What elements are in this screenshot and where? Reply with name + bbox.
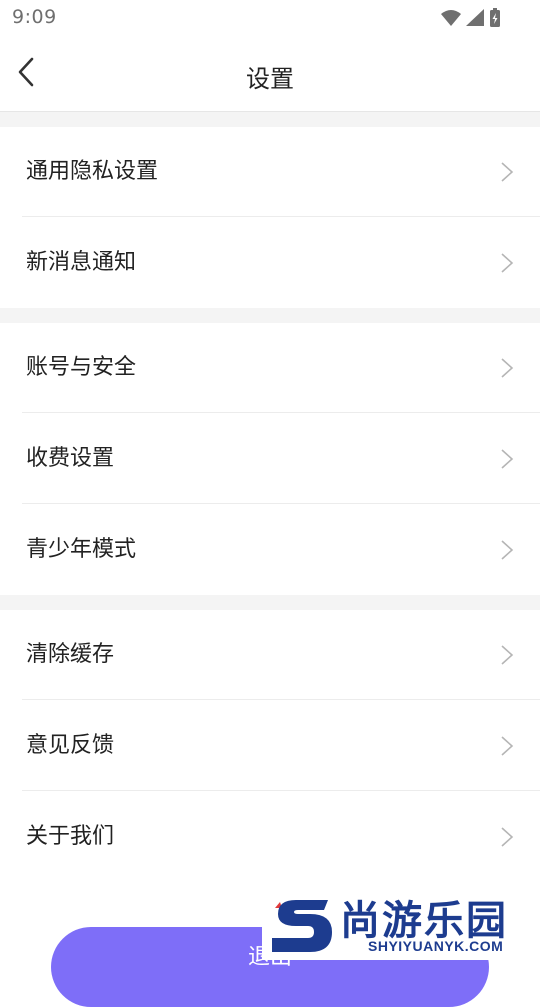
watermark-logo-icon	[272, 900, 332, 952]
settings-item-label: 清除缓存	[26, 642, 115, 667]
section-gap	[0, 308, 540, 323]
settings-item-label: 通用隐私设置	[26, 159, 159, 184]
signal-icon	[466, 9, 484, 26]
chevron-right-icon	[501, 645, 514, 665]
chevron-right-icon	[501, 162, 514, 182]
wifi-icon	[441, 10, 461, 26]
settings-item-about[interactable]: 关于我们	[0, 792, 540, 882]
settings-item-privacy[interactable]: 通用隐私设置	[0, 127, 540, 217]
battery-icon	[490, 8, 500, 27]
divider	[22, 216, 540, 217]
settings-item-feedback[interactable]: 意见反馈	[0, 701, 540, 791]
chevron-right-icon	[501, 540, 514, 560]
chevron-right-icon	[501, 358, 514, 378]
nav-bar: 设置	[0, 36, 540, 112]
page-title: 设置	[246, 65, 294, 93]
settings-item-notifications[interactable]: 新消息通知	[0, 218, 540, 308]
status-time: 9:09	[12, 6, 57, 28]
chevron-right-icon	[501, 827, 514, 847]
settings-item-label: 账号与安全	[26, 355, 137, 380]
status-bar: 9:09	[0, 0, 540, 36]
settings-item-account-security[interactable]: 账号与安全	[0, 323, 540, 413]
chevron-right-icon	[501, 253, 514, 273]
settings-item-label: 新消息通知	[26, 250, 137, 275]
settings-item-clear-cache[interactable]: 清除缓存	[0, 610, 540, 700]
settings-item-fees[interactable]: 收费设置	[0, 414, 540, 504]
settings-item-teen-mode[interactable]: 青少年模式	[0, 505, 540, 595]
divider	[22, 699, 540, 700]
settings-item-label: 收费设置	[26, 446, 115, 471]
divider	[22, 790, 540, 791]
settings-item-label: 青少年模式	[26, 537, 137, 562]
section-gap	[0, 112, 540, 127]
chevron-right-icon	[501, 736, 514, 756]
settings-item-label: 关于我们	[26, 824, 115, 849]
divider	[22, 503, 540, 504]
section-gap	[0, 595, 540, 610]
watermark: 尚游乐园 SHYIYUANYK.COM	[262, 888, 540, 960]
status-icons	[441, 8, 500, 27]
settings-item-label: 意见反馈	[26, 733, 115, 758]
chevron-right-icon	[501, 449, 514, 469]
divider	[22, 412, 540, 413]
watermark-url: SHYIYUANYK.COM	[368, 938, 504, 954]
